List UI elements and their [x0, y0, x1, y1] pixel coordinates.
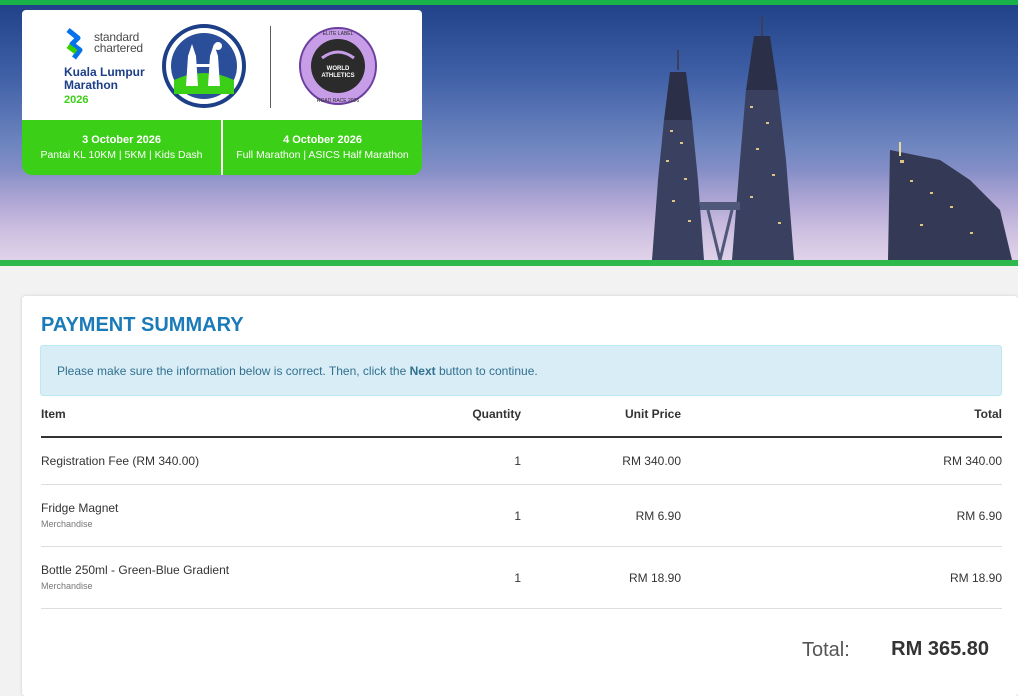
badge-bottom-text: ROAD RACE 2026 [317, 98, 359, 104]
event-card-logos: standard chartered Kuala Lumpur Marathon… [22, 10, 422, 120]
sponsor-line-2: chartered [94, 41, 143, 55]
item-quantity: 1 [514, 454, 521, 468]
item-unit-price: RM 340.00 [622, 454, 681, 468]
grand-total-label: Total: [802, 639, 850, 661]
event-day-2-date: 4 October 2026 [283, 134, 362, 146]
info-text-after: button to continue. [435, 364, 538, 378]
sponsor-name: standard chartered [94, 31, 143, 55]
event-day-1-races: Pantai KL 10KM | 5KM | Kids Dash [40, 149, 203, 161]
info-text-next: Next [409, 364, 436, 378]
column-header-total: Total [974, 407, 1002, 421]
badge-name-line-2: ATHLETICS [321, 73, 354, 79]
logo-divider [270, 26, 271, 108]
item-total: RM 18.90 [949, 571, 1002, 585]
item-category: Merchandise [41, 581, 93, 591]
event-name: Kuala Lumpur Marathon [64, 66, 145, 92]
standard-chartered-logo-icon [66, 28, 83, 60]
item-total: RM 6.90 [956, 509, 1002, 523]
event-name-line-2: Marathon [64, 78, 118, 92]
event-day-1-date: 3 October 2026 [82, 134, 161, 146]
grand-total-value: RM 365.80 [891, 638, 989, 660]
event-year: 2026 [64, 94, 89, 106]
badge-top-text: ELITE LABEL [323, 31, 354, 37]
item-unit-price: RM 18.90 [628, 571, 681, 585]
event-day-2: 4 October 2026 Full Marathon | ASICS Hal… [223, 120, 422, 175]
item-name: Registration Fee (RM 340.00) [41, 454, 200, 468]
column-header-quantity: Quantity [472, 407, 521, 421]
badge-name-line-1: WORLD [327, 66, 350, 72]
event-day-2-races: Full Marathon | ASICS Half Marathon [236, 149, 409, 161]
page-title: PAYMENT SUMMARY [41, 314, 244, 336]
info-text-before: Please make sure the information below i… [57, 364, 410, 378]
item-quantity: 1 [514, 571, 521, 585]
item-category: Merchandise [41, 519, 93, 529]
item-quantity: 1 [514, 509, 521, 523]
klm-emblem-icon [162, 24, 246, 108]
world-athletics-badge-icon: WORLD ATHLETICS ELITE LABEL ROAD RACE 20… [299, 27, 377, 105]
column-header-unit-price: Unit Price [624, 407, 681, 421]
table-row: Fridge Magnet Merchandise 1 RM 6.90 RM 6… [41, 485, 1002, 547]
item-name: Fridge Magnet [41, 501, 119, 515]
item-unit-price: RM 6.90 [635, 509, 681, 523]
petronas-towers-image [652, 16, 1012, 260]
event-days: 3 October 2026 Pantai KL 10KM | 5KM | Ki… [22, 120, 422, 175]
column-header-item: Item [41, 407, 66, 421]
event-day-1: 3 October 2026 Pantai KL 10KM | 5KM | Ki… [22, 120, 221, 175]
item-total: RM 340.00 [943, 454, 1002, 468]
info-alert: Please make sure the information below i… [40, 345, 1002, 396]
event-card: standard chartered Kuala Lumpur Marathon… [22, 10, 422, 175]
event-banner: standard chartered Kuala Lumpur Marathon… [0, 0, 1018, 266]
table-row: Registration Fee (RM 340.00) 1 RM 340.00… [41, 438, 1002, 485]
payment-summary-card: PAYMENT SUMMARY Please make sure the inf… [22, 296, 1018, 696]
table-row: Bottle 250ml - Green-Blue Gradient Merch… [41, 547, 1002, 609]
item-name: Bottle 250ml - Green-Blue Gradient [41, 563, 230, 577]
